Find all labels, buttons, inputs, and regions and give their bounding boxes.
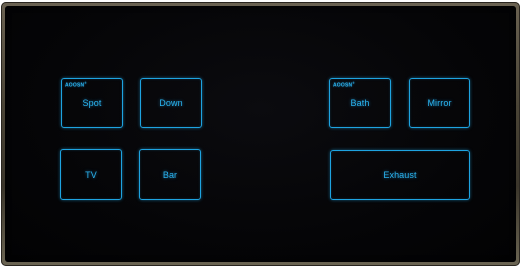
exhaust-button[interactable]: Exhaust xyxy=(330,150,470,200)
bar-button[interactable]: Bar xyxy=(139,149,201,200)
down-label: Down xyxy=(159,98,183,108)
mirror-button[interactable]: Mirror xyxy=(409,78,470,128)
brand-logo: AOOSN® xyxy=(333,81,355,89)
mirror-label: Mirror xyxy=(427,98,452,108)
bar-label: Bar xyxy=(162,169,178,180)
touch-glass-panel: AOOSN® Spot Down TV Bar AOOSN® Bath Mirr… xyxy=(5,6,516,262)
bath-button[interactable]: AOOSN® Bath xyxy=(329,78,391,128)
spot-label: Spot xyxy=(82,98,102,108)
brand-logo: AOOSN® xyxy=(65,81,87,89)
exhaust-label: Exhaust xyxy=(383,170,417,180)
switch-panel-frame: AOOSN® Spot Down TV Bar AOOSN® Bath Mirr… xyxy=(1,2,520,266)
spot-button[interactable]: AOOSN® Spot xyxy=(61,78,123,128)
bath-label: Bath xyxy=(350,98,370,108)
down-button[interactable]: Down xyxy=(140,78,202,128)
tv-button[interactable]: TV xyxy=(60,149,122,200)
tv-label: TV xyxy=(85,169,97,180)
